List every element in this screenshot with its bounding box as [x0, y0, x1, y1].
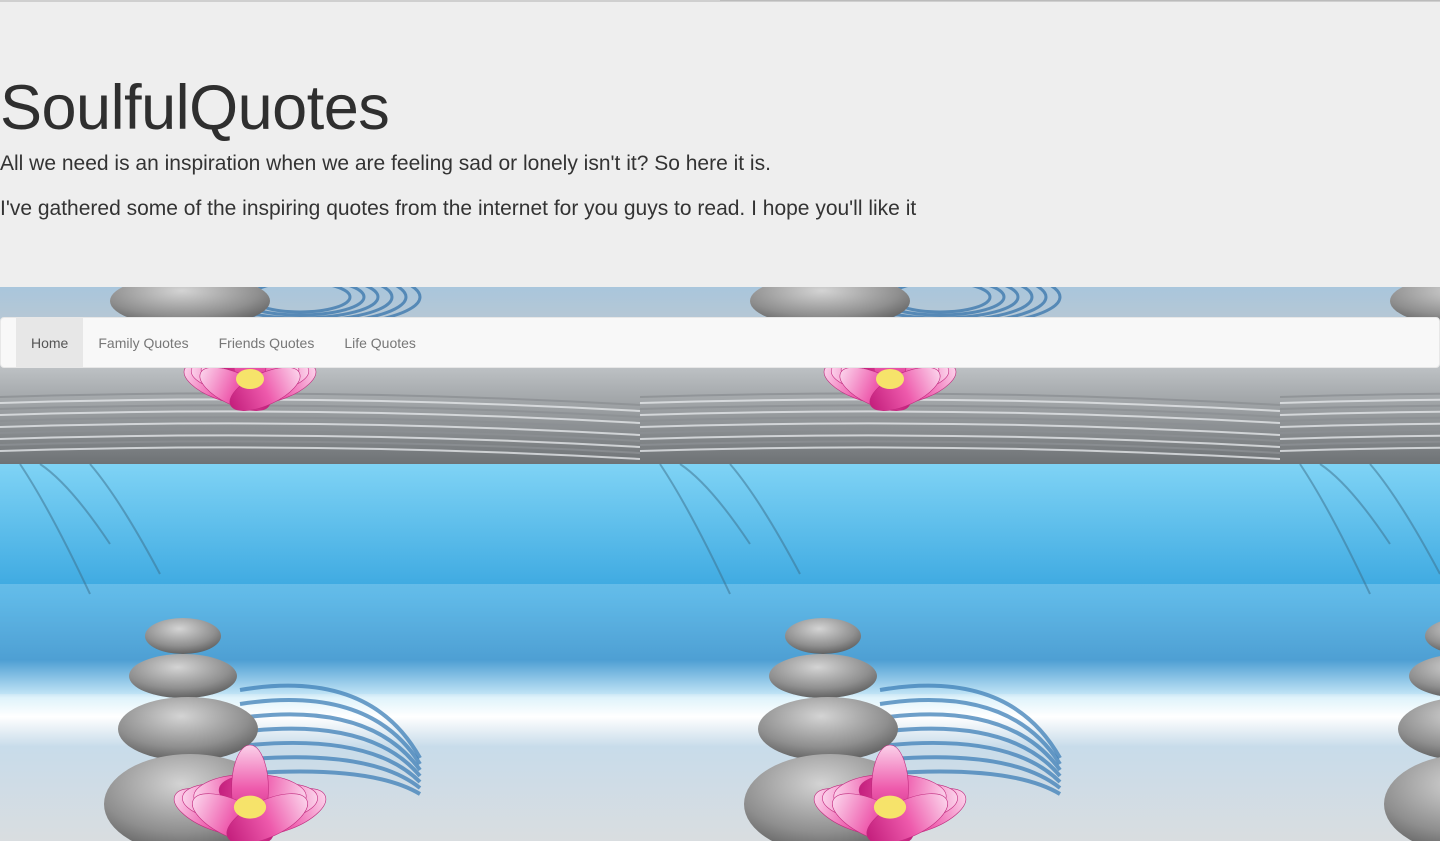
zen-stones-lotus-icon: [640, 287, 1280, 841]
intro-line-1: All we need is an inspiration when we ar…: [0, 152, 771, 175]
nav-home[interactable]: Home: [16, 318, 84, 367]
zen-stones-lotus-icon: [1280, 287, 1440, 841]
navbar: Home Family Quotes Friends Quotes Life Q…: [0, 317, 1440, 368]
jumbotron: SoulfulQuotes All we need is an inspirat…: [0, 2, 1440, 287]
nav-list: Home Family Quotes Friends Quotes Life Q…: [16, 318, 431, 367]
zen-stones-lotus-icon: [0, 287, 640, 841]
nav-friends-quotes[interactable]: Friends Quotes: [204, 318, 330, 367]
nav-family-quotes[interactable]: Family Quotes: [83, 318, 203, 367]
intro-line-2: I've gathered some of the inspiring quot…: [0, 197, 917, 220]
site-title: SoulfulQuotes: [0, 73, 390, 143]
nav-life-quotes[interactable]: Life Quotes: [329, 318, 431, 367]
background-image-area: [0, 287, 1440, 841]
